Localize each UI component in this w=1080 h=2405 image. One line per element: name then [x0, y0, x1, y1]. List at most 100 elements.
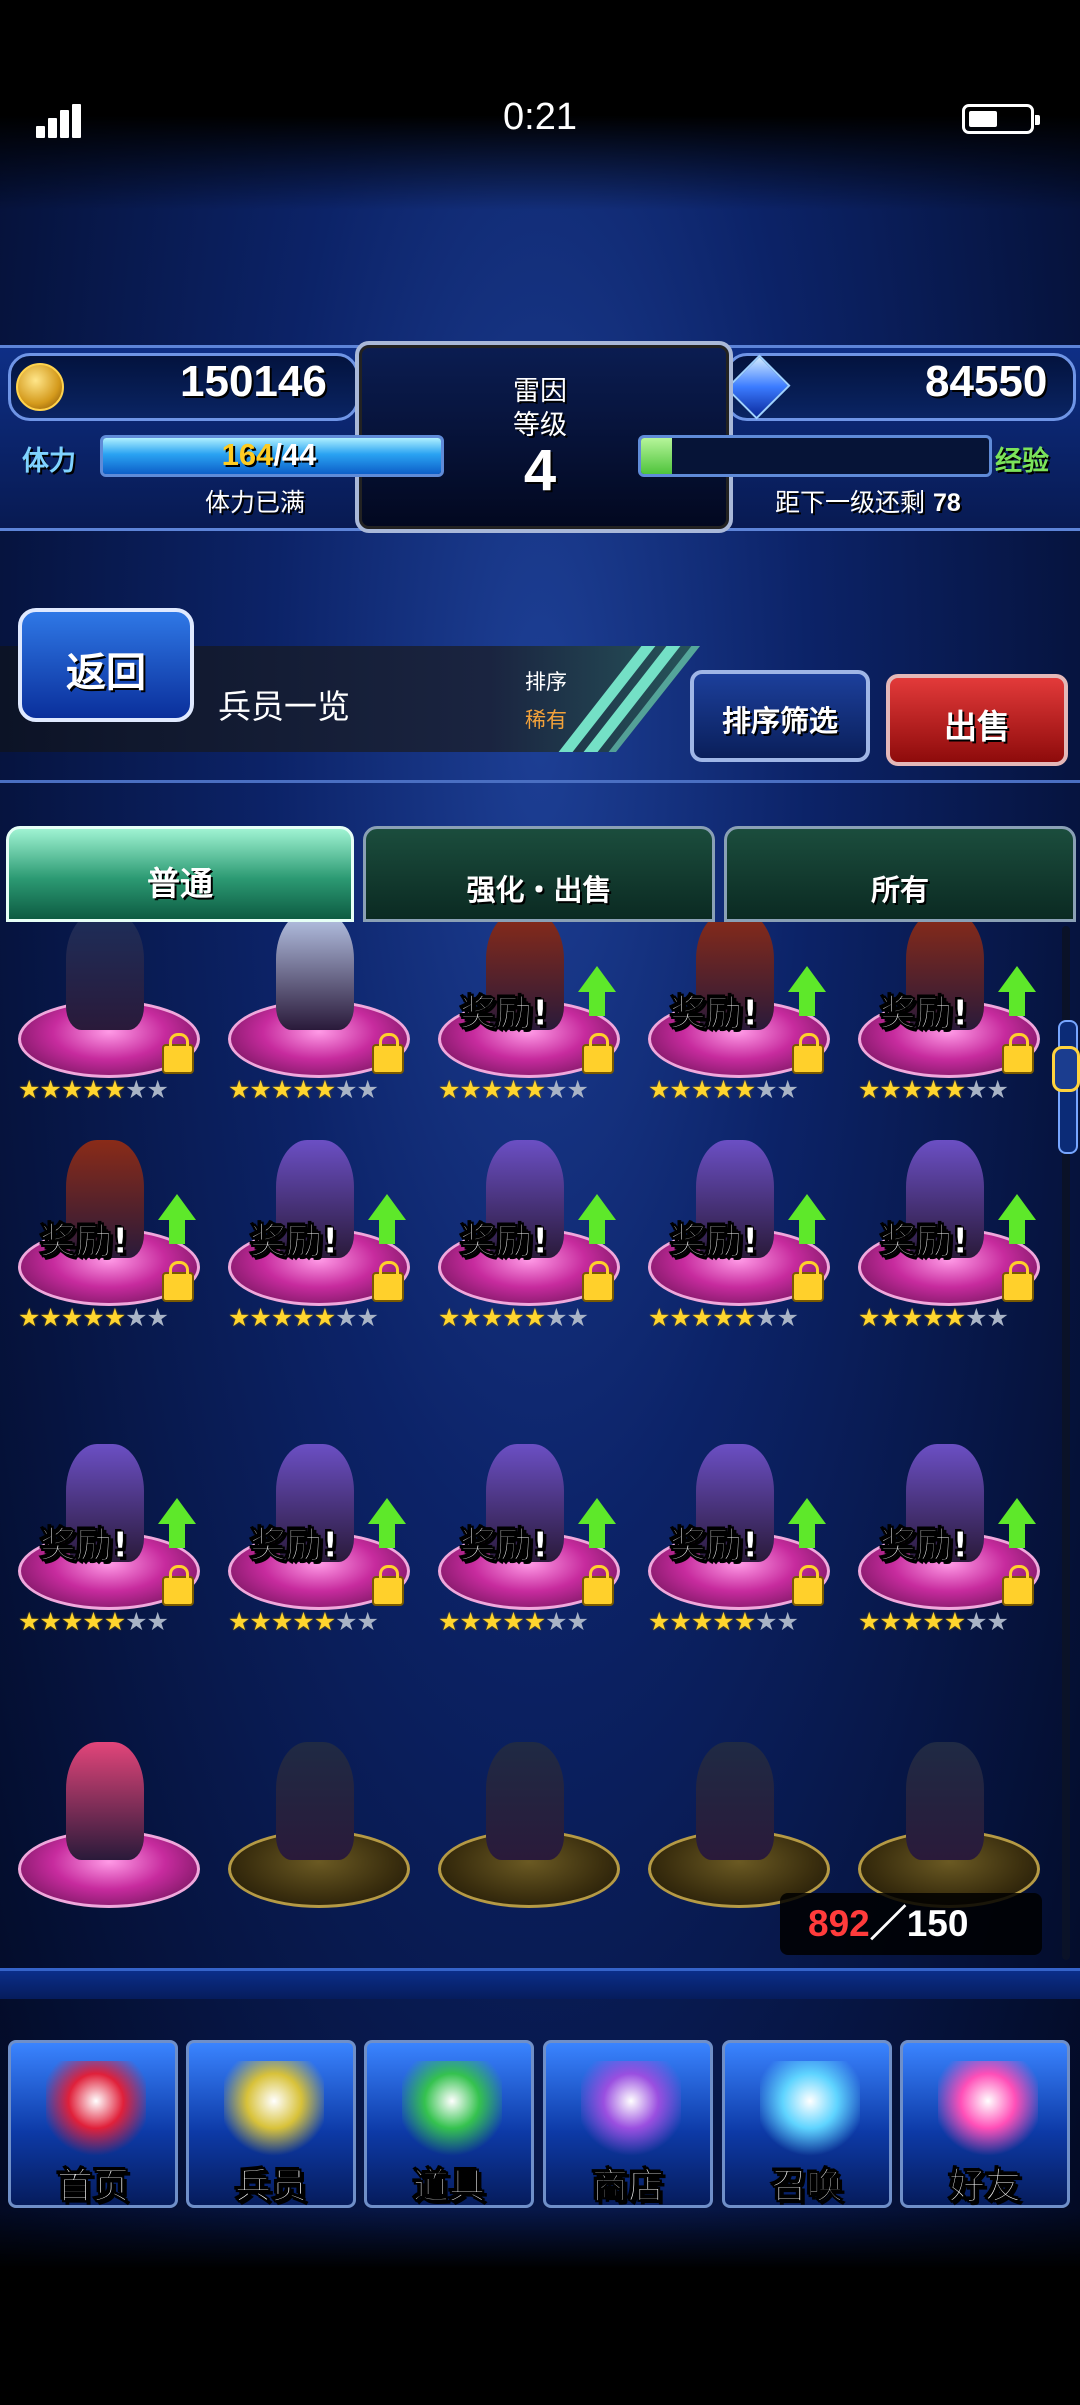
- star-icon: ★: [459, 1607, 481, 1636]
- unit-card[interactable]: 奖励! ★★★★★★★: [424, 1140, 624, 1350]
- unit-card[interactable]: [214, 1742, 414, 1952]
- rarity-stars: ★★★★★★★: [648, 1075, 799, 1104]
- star-icon: ★: [523, 1303, 546, 1332]
- star-icon: ★: [986, 1075, 1009, 1104]
- star-icon: ★: [733, 1303, 756, 1332]
- bottom-nav-potion[interactable]: 道具: [364, 2040, 534, 2208]
- unit-card[interactable]: 奖励! ★★★★★★★: [4, 1140, 204, 1350]
- star-icon: ★: [712, 1075, 734, 1104]
- rarity-stars: ★★★★★★★: [18, 1607, 169, 1636]
- tab-enhance-sell[interactable]: 强化・出售: [363, 826, 715, 922]
- lock-icon: [1002, 1261, 1034, 1302]
- unit-sprite: [906, 1742, 984, 1860]
- star-icon: ★: [103, 1303, 126, 1332]
- bottom-nav-shop[interactable]: 商店: [543, 2040, 713, 2208]
- star-icon: ★: [755, 1607, 777, 1636]
- rarity-stars: ★★★★★★★: [18, 1075, 169, 1104]
- star-icon: ★: [125, 1607, 147, 1636]
- rarity-stars: ★★★★★★★: [438, 1075, 589, 1104]
- star-icon: ★: [335, 1607, 357, 1636]
- bottom-nav-friends[interactable]: 好友: [900, 2040, 1070, 2208]
- star-icon: ★: [438, 1303, 460, 1332]
- exp-label: 经验: [995, 446, 1049, 477]
- star-icon: ★: [103, 1075, 126, 1104]
- lock-icon: [582, 1261, 614, 1302]
- unit-card[interactable]: 奖励! ★★★★★★★: [844, 922, 1044, 1122]
- star-icon: ★: [502, 1607, 524, 1636]
- bottom-nav-crystal[interactable]: 召唤: [722, 2040, 892, 2208]
- potion-icon: [402, 2061, 502, 2161]
- reward-label: 奖励!: [879, 1525, 969, 1567]
- up-arrow-icon: [788, 1194, 826, 1244]
- star-icon: ★: [669, 1607, 691, 1636]
- unit-card[interactable]: ★★★★★★★: [4, 922, 204, 1122]
- unit-card[interactable]: 奖励! ★★★★★★★: [634, 1140, 834, 1350]
- reward-label: 奖励!: [879, 1221, 969, 1263]
- lock-icon: [792, 1033, 824, 1074]
- unit-grid: ★★★★★★★ ★★★★★★★ 奖励! ★★★★★★★ 奖励! ★★★★★★★ 奖励! ★★★…: [0, 922, 1062, 1962]
- star-icon: ★: [776, 1303, 799, 1332]
- unit-card[interactable]: 奖励! ★★★★★★★: [424, 922, 624, 1122]
- unit-card[interactable]: [424, 1742, 624, 1952]
- unit-sprite: [486, 1742, 564, 1860]
- star-icon: ★: [858, 1075, 880, 1104]
- star-icon: ★: [986, 1303, 1009, 1332]
- bottom-shade: [0, 2210, 1080, 2405]
- star-icon: ★: [82, 1075, 104, 1104]
- star-icon: ★: [965, 1303, 987, 1332]
- tab-normal[interactable]: 普通: [6, 826, 354, 922]
- rarity-stars: ★★★★★★★: [858, 1075, 1009, 1104]
- reward-label: 奖励!: [879, 993, 969, 1035]
- unit-card[interactable]: 奖励! ★★★★★★★: [844, 1444, 1044, 1654]
- reward-label: 奖励!: [39, 1221, 129, 1263]
- bottom-nav-label: 商店: [591, 2166, 664, 2208]
- shop-icon: [581, 2061, 681, 2161]
- unit-card[interactable]: 奖励! ★★★★★★★: [844, 1140, 1044, 1350]
- star-icon: ★: [965, 1607, 987, 1636]
- sell-button[interactable]: 出售: [886, 674, 1068, 766]
- unit-card[interactable]: 奖励! ★★★★★★★: [214, 1444, 414, 1654]
- tab-all[interactable]: 所有: [724, 826, 1076, 922]
- star-icon: ★: [146, 1607, 169, 1636]
- star-icon: ★: [943, 1607, 966, 1636]
- star-icon: ★: [335, 1303, 357, 1332]
- bottom-nav-label: 首页: [56, 2166, 129, 2208]
- sort-value[interactable]: 稀有: [525, 704, 567, 734]
- lock-icon: [162, 1033, 194, 1074]
- star-icon: ★: [776, 1075, 799, 1104]
- unit-card[interactable]: 奖励! ★★★★★★★: [4, 1444, 204, 1654]
- bottom-nav-sword[interactable]: 首页: [8, 2040, 178, 2208]
- sell-button-label: 出售: [944, 707, 1010, 746]
- star-icon: ★: [313, 1607, 336, 1636]
- scrollbar-knob[interactable]: [1052, 1046, 1080, 1092]
- unit-card[interactable]: ★★★★★★★: [214, 922, 414, 1122]
- unit-sprite: [696, 1742, 774, 1860]
- star-icon: ★: [356, 1075, 379, 1104]
- star-icon: ★: [690, 1075, 713, 1104]
- lock-icon: [1002, 1033, 1034, 1074]
- star-icon: ★: [60, 1607, 83, 1636]
- reward-label: 奖励!: [39, 1525, 129, 1567]
- unit-card[interactable]: [4, 1742, 204, 1952]
- rarity-stars: ★★★★★★★: [228, 1075, 379, 1104]
- star-icon: ★: [438, 1075, 460, 1104]
- star-icon: ★: [146, 1075, 169, 1104]
- star-icon: ★: [82, 1607, 104, 1636]
- bottom-nav-warrior[interactable]: 兵员: [186, 2040, 356, 2208]
- star-icon: ★: [922, 1303, 944, 1332]
- star-icon: ★: [146, 1303, 169, 1332]
- unit-card[interactable]: 奖励! ★★★★★★★: [214, 1140, 414, 1350]
- unit-count: 892／150: [780, 1893, 1042, 1955]
- star-icon: ★: [669, 1075, 691, 1104]
- bottom-nav-label: 好友: [948, 2166, 1021, 2208]
- star-icon: ★: [270, 1303, 293, 1332]
- unit-card[interactable]: 奖励! ★★★★★★★: [634, 1444, 834, 1654]
- unit-card[interactable]: 奖励! ★★★★★★★: [634, 922, 834, 1122]
- lock-icon: [582, 1033, 614, 1074]
- back-button[interactable]: 返回: [18, 608, 194, 722]
- sort-filter-button[interactable]: 排序筛选: [690, 670, 870, 762]
- star-icon: ★: [18, 1075, 40, 1104]
- star-icon: ★: [545, 1303, 567, 1332]
- unit-card[interactable]: 奖励! ★★★★★★★: [424, 1444, 624, 1654]
- unit-count-total: ／150: [869, 1903, 969, 1944]
